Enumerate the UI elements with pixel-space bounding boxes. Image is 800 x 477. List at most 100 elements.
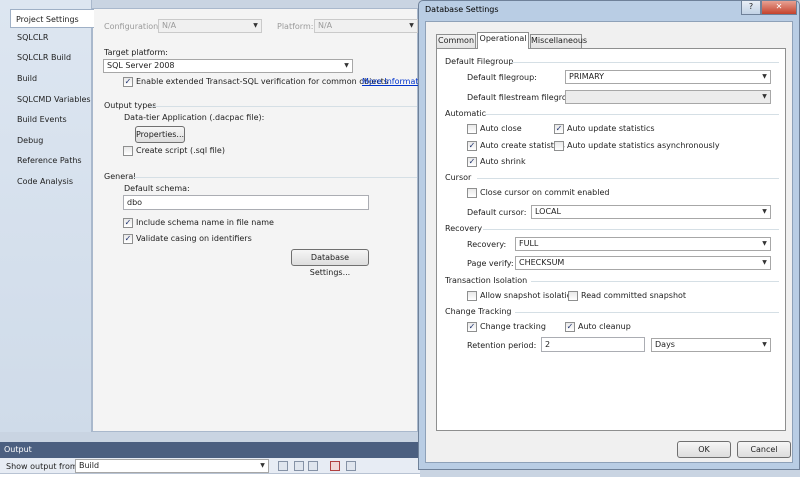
divider xyxy=(133,177,417,178)
recovery-section: Recovery xyxy=(445,224,483,233)
help-button[interactable]: ? xyxy=(741,1,761,15)
clear-all-icon[interactable] xyxy=(330,461,340,471)
auto-update-stats-checkbox[interactable]: ✓ xyxy=(554,124,564,134)
validate-casing-checkbox[interactable]: ✓ xyxy=(123,234,133,244)
default-cursor-select[interactable]: LOCAL ▼ xyxy=(531,205,771,219)
tab-build[interactable]: Build xyxy=(12,69,92,88)
create-script-label: Create script (.sql file) xyxy=(136,146,225,155)
chevron-down-icon: ▼ xyxy=(253,22,258,29)
next-message-icon[interactable] xyxy=(308,461,318,471)
recovery-label: Recovery: xyxy=(467,240,507,249)
dialog-body: Common Operational Miscellaneous Default… xyxy=(425,21,793,463)
default-filegroup-select[interactable]: PRIMARY ▼ xyxy=(565,70,771,84)
chevron-down-icon: ▼ xyxy=(762,93,767,100)
output-source-select[interactable]: Build ▼ xyxy=(75,459,269,473)
enable-tsql-label: Enable extended Transact-SQL verificatio… xyxy=(136,77,389,86)
tab-debug[interactable]: Debug xyxy=(12,131,92,150)
platform-select[interactable]: N/A ▼ xyxy=(314,19,418,33)
include-schema-label: Include schema name in file name xyxy=(136,218,274,227)
auto-cleanup-label: Auto cleanup xyxy=(578,322,631,331)
auto-shrink-checkbox[interactable]: ✓ xyxy=(467,157,477,167)
output-toolbar: Show output from: Build ▼ xyxy=(0,458,420,474)
default-schema-input[interactable]: dbo xyxy=(123,195,369,210)
chevron-down-icon: ▼ xyxy=(344,62,349,69)
change-tracking-label: Change tracking xyxy=(480,322,546,331)
tab-sqlcmd-variables[interactable]: SQLCMD Variables xyxy=(12,90,92,109)
read-committed-snapshot-label: Read committed snapshot xyxy=(581,291,687,300)
tab-reference-paths[interactable]: Reference Paths xyxy=(12,151,92,170)
tab-build-events[interactable]: Build Events xyxy=(12,110,92,129)
output-types-label: Output types xyxy=(104,101,157,110)
tab-code-analysis[interactable]: Code Analysis xyxy=(12,172,92,191)
auto-create-stats-checkbox[interactable]: ✓ xyxy=(467,141,477,151)
tab-sqlclr-build[interactable]: SQLCLR Build xyxy=(12,48,92,67)
auto-create-stats-label: Auto create statistics xyxy=(480,141,565,150)
target-platform-label: Target platform: xyxy=(104,48,168,57)
read-committed-snapshot-checkbox[interactable] xyxy=(568,291,578,301)
retention-period-label: Retention period: xyxy=(467,341,537,350)
default-filestream-select[interactable]: ▼ xyxy=(565,90,771,104)
default-filestream-label: Default filestream filegroup: xyxy=(467,93,580,102)
auto-update-async-checkbox[interactable] xyxy=(554,141,564,151)
auto-cleanup-checkbox[interactable]: ✓ xyxy=(565,322,575,332)
transaction-isolation-section: Transaction Isolation xyxy=(445,276,528,285)
default-filegroup-label: Default filegroup: xyxy=(467,73,537,82)
chevron-down-icon: ▼ xyxy=(762,259,767,266)
divider xyxy=(477,178,779,179)
divider xyxy=(151,106,417,107)
divider xyxy=(515,312,779,313)
cancel-button[interactable]: Cancel xyxy=(737,441,791,458)
target-platform-select[interactable]: SQL Server 2008 ▼ xyxy=(103,59,353,73)
tab-operational[interactable]: Operational xyxy=(477,32,529,49)
divider xyxy=(485,114,779,115)
word-wrap-icon[interactable] xyxy=(346,461,356,471)
chevron-down-icon: ▼ xyxy=(762,341,767,348)
chevron-down-icon: ▼ xyxy=(409,22,414,29)
more-information-link[interactable]: More Informatio xyxy=(362,77,426,86)
project-settings-panel: Configuration: N/A ▼ Platform: N/A ▼ Targe… xyxy=(92,8,426,432)
include-schema-checkbox[interactable]: ✓ xyxy=(123,218,133,228)
previous-message-icon[interactable] xyxy=(294,461,304,471)
database-settings-button[interactable]: Database Settings... xyxy=(291,249,369,277)
ok-button[interactable]: OK xyxy=(677,441,731,458)
chevron-down-icon: ▼ xyxy=(762,73,767,80)
close-cursor-label: Close cursor on commit enabled xyxy=(480,188,610,197)
change-tracking-checkbox[interactable]: ✓ xyxy=(467,322,477,332)
tab-common[interactable]: Common xyxy=(436,34,476,48)
enable-tsql-checkbox[interactable]: ✓ xyxy=(123,77,133,87)
divider xyxy=(531,281,779,282)
default-cursor-label: Default cursor: xyxy=(467,208,527,217)
chevron-down-icon: ▼ xyxy=(762,208,767,215)
output-panel-title: Output xyxy=(0,442,420,458)
close-cursor-checkbox[interactable] xyxy=(467,188,477,198)
divider xyxy=(483,229,779,230)
automatic-section: Automatic xyxy=(445,109,487,118)
tab-project-settings[interactable]: Project Settings xyxy=(10,9,94,28)
default-filegroup-section: Default Filegroup xyxy=(445,57,514,66)
validate-casing-label: Validate casing on identifiers xyxy=(136,234,252,243)
create-script-checkbox[interactable] xyxy=(123,146,133,156)
auto-close-checkbox[interactable] xyxy=(467,124,477,134)
page-verify-label: Page verify: xyxy=(467,259,514,268)
platform-label: Platform: xyxy=(277,22,314,31)
default-schema-label: Default schema: xyxy=(124,184,190,193)
retention-unit-select[interactable]: Days ▼ xyxy=(651,338,771,352)
retention-period-input[interactable]: 2 xyxy=(541,337,645,352)
properties-button[interactable]: Properties... xyxy=(135,126,185,143)
close-button[interactable]: ✕ xyxy=(761,1,797,15)
auto-update-async-label: Auto update statistics asynchronously xyxy=(567,141,720,150)
change-tracking-section: Change Tracking xyxy=(445,307,512,316)
recovery-select[interactable]: FULL ▼ xyxy=(515,237,771,251)
tab-sqlclr[interactable]: SQLCLR xyxy=(12,28,92,47)
dac-label: Data-tier Application (.dacpac file): xyxy=(124,113,265,122)
database-settings-dialog: Database Settings ? ✕ Common Operational… xyxy=(418,0,800,470)
tab-miscellaneous[interactable]: Miscellaneous xyxy=(530,34,587,48)
divider xyxy=(511,62,779,63)
page-verify-select[interactable]: CHECKSUM ▼ xyxy=(515,256,771,270)
configuration-select[interactable]: N/A ▼ xyxy=(158,19,262,33)
auto-shrink-label: Auto shrink xyxy=(480,157,526,166)
find-message-icon[interactable] xyxy=(278,461,288,471)
allow-snapshot-checkbox[interactable] xyxy=(467,291,477,301)
dialog-title: Database Settings xyxy=(425,5,499,14)
chevron-down-icon: ▼ xyxy=(762,240,767,247)
